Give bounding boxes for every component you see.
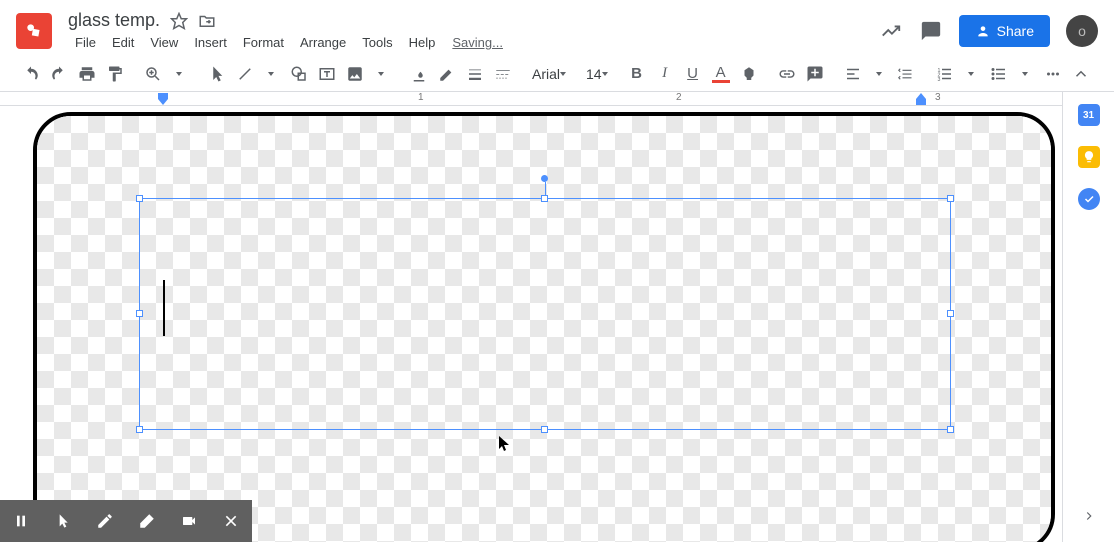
activity-icon[interactable] bbox=[879, 19, 903, 43]
insert-link-button[interactable] bbox=[774, 61, 800, 87]
line-dropdown[interactable] bbox=[258, 61, 284, 87]
border-weight-button[interactable] bbox=[462, 61, 488, 87]
recorder-bar bbox=[0, 500, 252, 542]
video-button[interactable] bbox=[168, 500, 210, 542]
image-tool[interactable] bbox=[342, 61, 368, 87]
line-spacing-button[interactable] bbox=[894, 61, 920, 87]
slide-frame[interactable] bbox=[33, 112, 1055, 542]
resize-handle-ml[interactable] bbox=[136, 310, 143, 317]
line-tool[interactable] bbox=[232, 61, 258, 87]
calendar-app-icon[interactable]: 31 bbox=[1078, 104, 1100, 126]
canvas-area[interactable]: 1 2 3 bbox=[0, 92, 1062, 542]
underline-button[interactable]: U bbox=[680, 61, 706, 87]
image-dropdown[interactable] bbox=[368, 61, 394, 87]
ruler-tick: 2 bbox=[676, 92, 682, 103]
ruler-tick: 3 bbox=[935, 92, 941, 103]
save-status[interactable]: Saving... bbox=[452, 35, 503, 50]
side-panel: 31 bbox=[1062, 92, 1114, 542]
avatar[interactable]: o bbox=[1066, 15, 1098, 47]
fill-color-button[interactable] bbox=[406, 61, 432, 87]
menu-format[interactable]: Format bbox=[236, 33, 291, 52]
resize-handle-tm[interactable] bbox=[541, 195, 548, 202]
app-logo[interactable] bbox=[16, 13, 52, 49]
menu-view[interactable]: View bbox=[143, 33, 185, 52]
border-dash-button[interactable] bbox=[490, 61, 516, 87]
shape-tool[interactable] bbox=[286, 61, 312, 87]
align-dropdown[interactable] bbox=[866, 61, 892, 87]
font-size-select[interactable]: 14 bbox=[582, 64, 612, 84]
align-button[interactable] bbox=[840, 61, 866, 87]
star-icon[interactable] bbox=[170, 12, 188, 30]
menu-help[interactable]: Help bbox=[402, 33, 443, 52]
rotate-handle[interactable] bbox=[541, 175, 548, 182]
highlight-button[interactable] bbox=[736, 61, 762, 87]
text-box-selected[interactable] bbox=[139, 198, 951, 430]
move-folder-icon[interactable] bbox=[198, 12, 216, 30]
text-cursor bbox=[163, 280, 165, 336]
pointer-button[interactable] bbox=[42, 500, 84, 542]
italic-button[interactable]: I bbox=[652, 61, 678, 87]
keep-app-icon[interactable] bbox=[1078, 146, 1100, 168]
print-button[interactable] bbox=[74, 61, 100, 87]
pen-button[interactable] bbox=[84, 500, 126, 542]
menu-insert[interactable]: Insert bbox=[187, 33, 234, 52]
text-color-button[interactable]: A bbox=[708, 61, 734, 87]
share-label: Share bbox=[997, 23, 1034, 39]
bulleted-list-button[interactable] bbox=[986, 61, 1012, 87]
resize-handle-tr[interactable] bbox=[947, 195, 954, 202]
textbox-tool[interactable] bbox=[314, 61, 340, 87]
menu-bar: File Edit View Insert Format Arrange Too… bbox=[68, 33, 879, 52]
numbered-list-dropdown[interactable] bbox=[958, 61, 984, 87]
menu-edit[interactable]: Edit bbox=[105, 33, 141, 52]
insert-comment-button[interactable] bbox=[802, 61, 828, 87]
horizontal-ruler[interactable]: 1 2 3 bbox=[0, 92, 1062, 106]
svg-text:3: 3 bbox=[937, 76, 940, 82]
undo-button[interactable] bbox=[18, 61, 44, 87]
bulleted-list-dropdown[interactable] bbox=[1012, 61, 1038, 87]
close-recorder-button[interactable] bbox=[210, 500, 252, 542]
collapse-toolbar-button[interactable] bbox=[1068, 61, 1094, 87]
side-panel-expand-icon[interactable] bbox=[1082, 509, 1096, 528]
ruler-tick: 1 bbox=[418, 92, 424, 103]
resize-handle-bl[interactable] bbox=[136, 426, 143, 433]
eraser-button[interactable] bbox=[126, 500, 168, 542]
toolbar: Arial 14 B I U A 123 bbox=[0, 56, 1114, 92]
menu-arrange[interactable]: Arrange bbox=[293, 33, 353, 52]
pause-button[interactable] bbox=[0, 500, 42, 542]
zoom-dropdown[interactable] bbox=[166, 61, 192, 87]
menu-tools[interactable]: Tools bbox=[355, 33, 399, 52]
select-tool[interactable] bbox=[204, 61, 230, 87]
font-family-select[interactable]: Arial bbox=[528, 64, 570, 84]
comments-icon[interactable] bbox=[919, 19, 943, 43]
zoom-button[interactable] bbox=[140, 61, 166, 87]
resize-handle-br[interactable] bbox=[947, 426, 954, 433]
border-color-button[interactable] bbox=[434, 61, 460, 87]
resize-handle-mr[interactable] bbox=[947, 310, 954, 317]
resize-handle-bm[interactable] bbox=[541, 426, 548, 433]
share-button[interactable]: Share bbox=[959, 15, 1050, 47]
resize-handle-tl[interactable] bbox=[136, 195, 143, 202]
bold-button[interactable]: B bbox=[624, 61, 650, 87]
redo-button[interactable] bbox=[46, 61, 72, 87]
numbered-list-button[interactable]: 123 bbox=[932, 61, 958, 87]
tasks-app-icon[interactable] bbox=[1078, 188, 1100, 210]
more-button[interactable] bbox=[1040, 61, 1066, 87]
menu-file[interactable]: File bbox=[68, 33, 103, 52]
document-title[interactable]: glass temp. bbox=[68, 10, 160, 31]
paint-format-button[interactable] bbox=[102, 61, 128, 87]
